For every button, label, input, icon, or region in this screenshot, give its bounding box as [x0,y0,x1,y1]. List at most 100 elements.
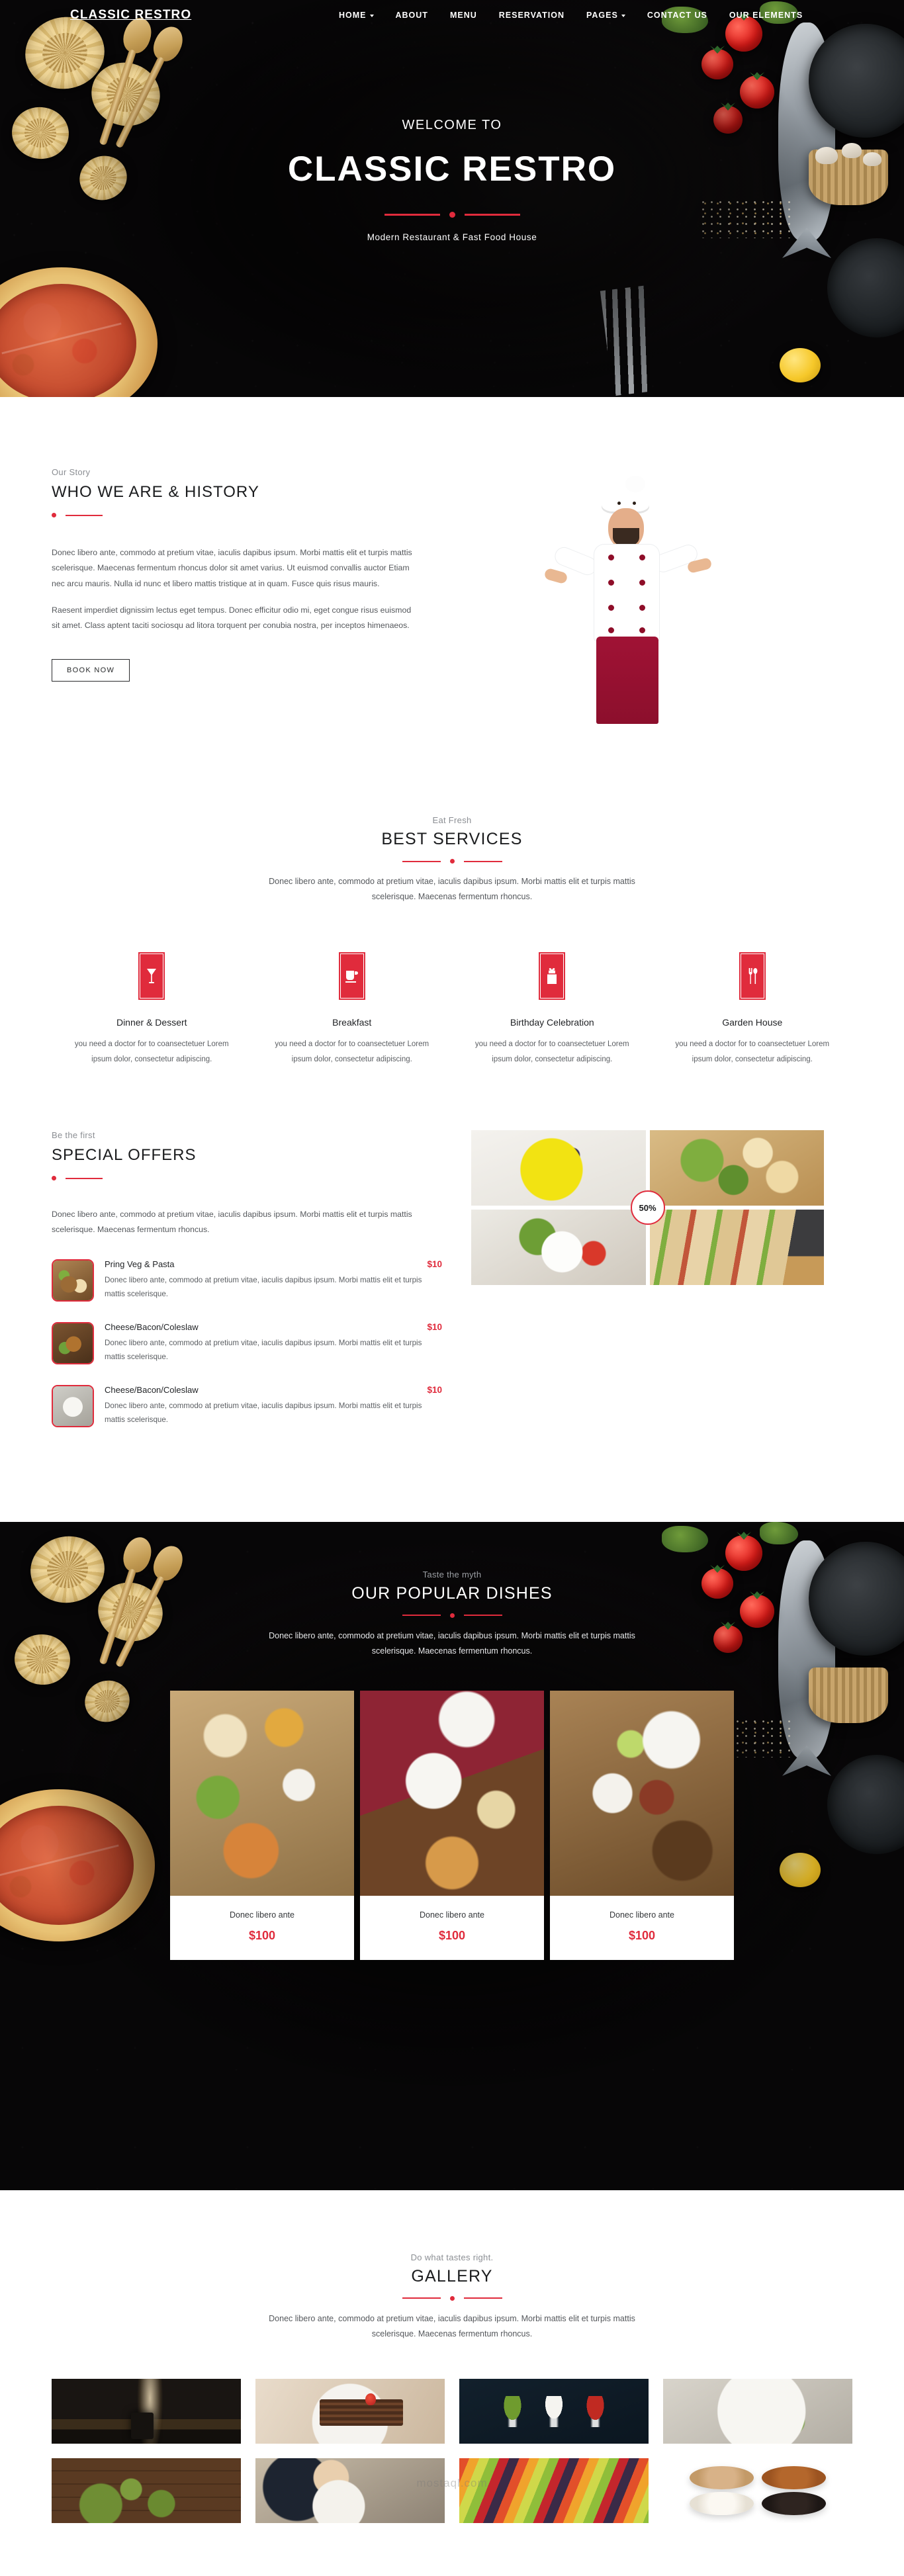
offer-item[interactable]: Pring Veg & Pasta $10 Donec libero ante,… [52,1259,442,1302]
dish-image [170,1691,354,1896]
service-name: Garden House [722,1017,783,1028]
gallery-divider [52,2295,852,2301]
site-watermark: mostaql.com [416,2477,488,2490]
story-text-column: Our Story WHO WE ARE & HISTORY Donec lib… [52,467,412,682]
gallery-item-avocado-toast[interactable] [663,2379,852,2444]
story-body: Donec libero ante, commodo at pretium vi… [52,545,412,634]
offer-description: Donec libero ante, commodo at pretium vi… [105,1401,422,1425]
gallery-item-three-spoons[interactable] [459,2379,649,2444]
hero-section: CLASSIC RESTRO HOME ABOUT MENU RESERVATI… [0,0,904,397]
offer-name: Cheese/Bacon/Coleslaw [105,1384,199,1395]
story-paragraph-2: Raesent imperdiet dignissim lectus eget … [52,605,412,631]
dish-card[interactable]: Donec libero ante $100 [170,1691,354,1961]
nav-item-menu[interactable]: MENU [450,11,477,20]
offer-price: $10 [427,1384,442,1395]
dish-name: Donec libero ante [230,1910,294,1920]
service-card-birthday-celebration[interactable]: Birthday Celebration you need a doctor f… [452,952,653,1067]
service-card-breakfast[interactable]: Breakfast you need a doctor for to coans… [252,952,453,1067]
service-name: Dinner & Dessert [116,1017,187,1028]
mosaic-tile-shrimp-rice[interactable] [471,1210,646,1286]
nav-label: HOME [339,11,367,20]
hero-title: CLASSIC RESTRO [287,150,617,189]
gallery-item-steaming-pot[interactable] [52,2379,241,2444]
services-title: BEST SERVICES [381,830,523,848]
gallery-kicker: Do what tastes right. [410,2252,494,2262]
site-logo[interactable]: CLASSIC RESTRO [70,8,191,22]
coffee-cup-icon [338,952,365,1000]
mosaic-tile-club-sandwich[interactable] [649,1210,824,1286]
dish-image [550,1691,734,1896]
gallery-item-people-dining[interactable] [255,2458,445,2524]
popular-subtitle: Donec libero ante, commodo at pretium vi… [269,1630,635,1656]
our-story-section: Our Story WHO WE ARE & HISTORY Donec lib… [0,397,904,815]
nav-item-contact-us[interactable]: CONTACT US [647,11,707,20]
dish-image [360,1691,544,1896]
gift-box-icon [539,952,566,1000]
dish-card-list: Donec libero ante $100 Donec libero ante… [0,1691,904,1961]
mosaic-tile-caesar-salad[interactable] [649,1130,824,1206]
dish-card[interactable]: Donec libero ante $100 [550,1691,734,1961]
offer-thumbnail [52,1259,94,1302]
gallery-item-four-donuts[interactable] [663,2458,852,2524]
restaurant-landing-page: CLASSIC RESTRO HOME ABOUT MENU RESERVATI… [0,0,904,2576]
offer-item[interactable]: Cheese/Bacon/Coleslaw $10 Donec libero a… [52,1321,442,1364]
services-subtitle: Donec libero ante, commodo at pretium vi… [269,877,635,902]
service-card-garden-house[interactable]: Garden House you need a doctor for to co… [653,952,853,1067]
services-list: Dinner & Dessert you need a doctor for t… [52,952,852,1067]
gallery-item-chocolate-cake[interactable] [255,2379,445,2444]
chevron-down-icon [621,15,625,17]
hero-tagline: Modern Restaurant & Fast Food House [367,232,537,242]
gallery-section: Do what tastes right. GALLERY Donec libe… [0,2190,904,2576]
services-divider [52,859,852,864]
offer-name: Pring Veg & Pasta [105,1259,175,1269]
nav-label: PAGES [586,11,618,20]
dish-price: $100 [438,1929,466,1943]
offers-image-mosaic: 50% [471,1130,824,1286]
nav-label: OUR ELEMENTS [729,11,803,20]
offers-title: SPECIAL OFFERS [52,1146,197,1165]
service-text: you need a doctor for to coansectetuer L… [675,1040,830,1063]
nav-item-pages[interactable]: PAGES [586,11,625,20]
gallery-item-fruit-market[interactable] [459,2458,649,2524]
hero-divider [0,212,904,218]
nav-item-about[interactable]: ABOUT [396,11,428,20]
popular-title: OUR POPULAR DISHES [351,1583,553,1603]
story-title: WHO WE ARE & HISTORY [52,483,259,501]
nav-label: ABOUT [395,11,428,20]
offers-kicker: Be the first [52,1130,95,1141]
offer-item[interactable]: Cheese/Bacon/Coleslaw $10 Donec libero a… [52,1384,442,1427]
gallery-item-matcha-bowls[interactable] [52,2458,241,2524]
service-text: you need a doctor for to coansectetuer L… [475,1040,629,1063]
gallery-subtitle: Donec libero ante, commodo at pretium vi… [269,2313,635,2338]
fork-spoon-icon [739,952,766,1000]
offer-name: Cheese/Bacon/Coleslaw [105,1321,199,1332]
offers-divider [52,1176,442,1181]
dish-card[interactable]: Donec libero ante $100 [360,1691,544,1961]
hero-welcome-text: WELCOME TO [402,118,502,132]
popular-divider [0,1613,904,1618]
popular-dishes-section: Taste the myth OUR POPULAR DISHES Donec … [0,1521,904,2190]
offer-description: Donec libero ante, commodo at pretium vi… [105,1275,422,1299]
dish-name: Donec libero ante [610,1910,674,1920]
top-navigation-bar: CLASSIC RESTRO HOME ABOUT MENU RESERVATI… [0,0,904,37]
service-card-dinner-dessert[interactable]: Dinner & Dessert you need a doctor for t… [52,952,252,1067]
book-now-button[interactable]: BOOK NOW [52,658,130,682]
special-offers-section: Be the first SPECIAL OFFERS Donec libero… [0,1130,904,1522]
mosaic-tile-granola-bowl[interactable] [471,1130,646,1206]
nav-item-home[interactable]: HOME [339,11,374,20]
gallery-title: GALLERY [411,2266,493,2286]
nav-label: CONTACT US [647,11,707,20]
main-nav: HOME ABOUT MENU RESERVATION PAGES CONTAC… [339,11,803,20]
offers-intro: Donec libero ante, commodo at pretium vi… [52,1210,412,1235]
story-image-column [439,467,809,732]
cocktail-glass-icon [138,952,165,1000]
gallery-grid-row-1 [52,2379,852,2444]
nav-item-our-elements[interactable]: OUR ELEMENTS [729,11,803,20]
offers-list: Pring Veg & Pasta $10 Donec libero ante,… [52,1259,442,1427]
nav-item-reservation[interactable]: RESERVATION [499,11,565,20]
dish-name: Donec libero ante [420,1910,484,1920]
dish-price: $100 [248,1929,276,1943]
story-paragraph-1: Donec libero ante, commodo at pretium vi… [52,548,412,588]
popular-content: Taste the myth OUR POPULAR DISHES Donec … [0,1522,904,1961]
offer-price: $10 [427,1259,442,1269]
